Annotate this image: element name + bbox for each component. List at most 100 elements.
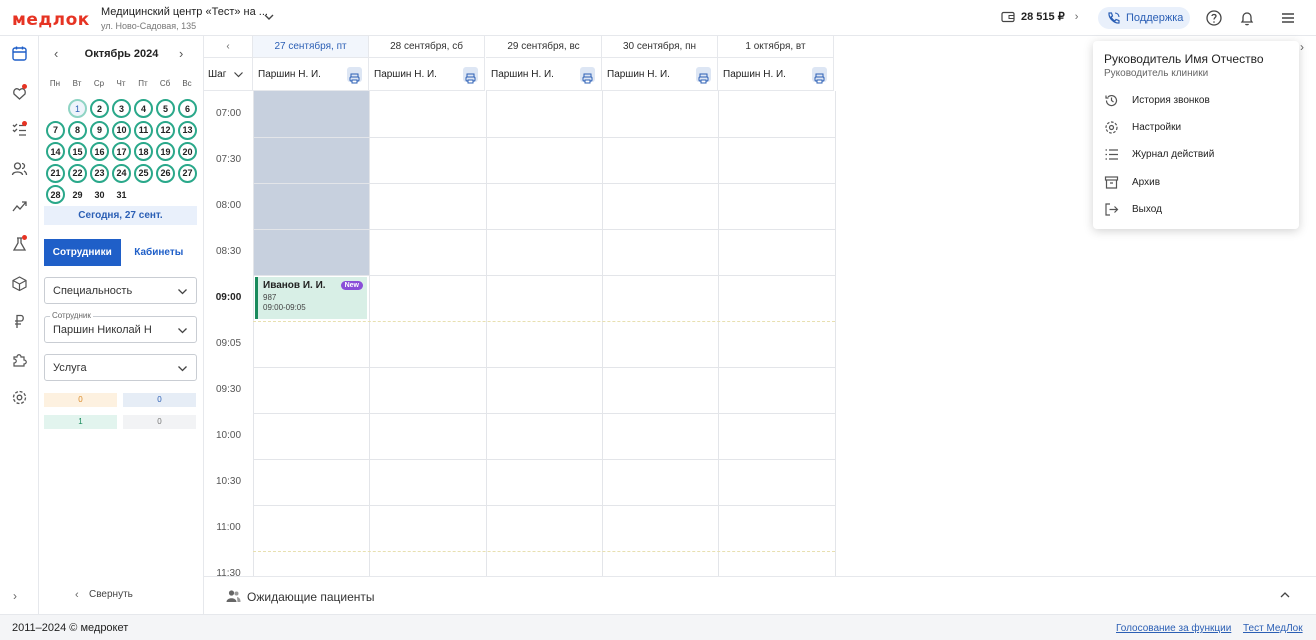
menu-item-logout[interactable]: Выход: [1104, 200, 1284, 218]
bell-icon[interactable]: [1238, 9, 1256, 27]
chevron-down-icon: [178, 366, 187, 372]
calendar-day[interactable]: 6: [178, 99, 197, 118]
appointment-card[interactable]: Иванов И. И. New 987 09:00-09:05: [255, 277, 367, 319]
chevron-up-icon[interactable]: [1279, 589, 1291, 601]
calendar-day[interactable]: 9: [90, 120, 109, 140]
calendar-day[interactable]: 18: [134, 142, 153, 161]
column-divider: [486, 91, 487, 576]
day-column-header[interactable]: 1 октября, вт: [718, 36, 834, 58]
today-button[interactable]: Сегодня, 27 сент.: [44, 206, 197, 225]
weekday-row: Пн Вт Ср Чт Пт Сб Вс: [44, 79, 204, 88]
clinic-selector[interactable]: Медицинский центр «Тест» на ... ул. Ново…: [101, 6, 268, 31]
calendar-day[interactable]: 21: [46, 163, 65, 183]
analytics-icon[interactable]: [11, 198, 28, 215]
staff-name: Паршин Н. И.: [607, 69, 670, 80]
calendar-day[interactable]: 17: [112, 142, 131, 161]
calendar-day[interactable]: 2: [90, 99, 109, 118]
calendar-day[interactable]: 24: [112, 163, 131, 183]
specialty-select[interactable]: Специальность: [44, 277, 197, 304]
chevron-down-icon[interactable]: [262, 10, 276, 24]
calendar-day[interactable]: 28: [46, 185, 65, 204]
day-column-header[interactable]: 28 сентября, сб: [369, 36, 485, 58]
staff-column-header[interactable]: Паршин Н. И.: [718, 58, 834, 91]
print-icon[interactable]: [696, 67, 711, 84]
time-slot-label: 08:30: [215, 246, 242, 257]
calendar-day[interactable]: 4: [134, 99, 153, 118]
menu-item-settings[interactable]: Настройки: [1104, 118, 1284, 136]
calendar-day[interactable]: 12: [156, 120, 175, 140]
calendar-day[interactable]: 29: [68, 185, 87, 204]
vote-features-link[interactable]: Голосование за функции: [1116, 623, 1231, 634]
staff-column-header[interactable]: Паршин Н. И.: [253, 58, 369, 91]
support-button[interactable]: Поддержка: [1098, 7, 1190, 29]
calendar-day[interactable]: 10: [112, 120, 131, 140]
time-row-divider: [253, 321, 835, 322]
step-selector[interactable]: Шаг: [204, 58, 253, 91]
calendar-day[interactable]: 11: [134, 120, 153, 140]
calendar-icon[interactable]: [11, 45, 28, 62]
calendar-day[interactable]: 8: [68, 120, 87, 140]
waiting-patients-bar[interactable]: Ожидающие пациенты: [204, 576, 1316, 614]
help-icon[interactable]: [1205, 9, 1223, 27]
staff-name: Паршин Н. И.: [491, 69, 554, 80]
print-icon[interactable]: [347, 67, 362, 84]
calendar-day[interactable]: 5: [156, 99, 175, 118]
ruble-icon[interactable]: [11, 313, 28, 330]
print-icon[interactable]: [463, 67, 478, 84]
day-column-header[interactable]: 29 сентября, вс: [486, 36, 602, 58]
calendar-day[interactable]: 26: [156, 163, 175, 183]
calendar-day[interactable]: 27: [178, 163, 197, 183]
collapse-button[interactable]: Свернуть: [89, 589, 133, 600]
next-month-chevron-icon[interactable]: ›: [179, 46, 183, 61]
service-select[interactable]: Услуга: [44, 354, 197, 381]
integrations-puzzle-icon[interactable]: [11, 351, 28, 368]
menu-item-call-history[interactable]: История звонков: [1104, 91, 1284, 109]
column-divider: [718, 91, 719, 576]
service-value: Услуга: [53, 361, 87, 374]
list-icon: [1105, 148, 1118, 160]
tab-rooms[interactable]: Кабинеты: [121, 239, 198, 266]
calendar-day[interactable]: 16: [90, 142, 109, 161]
gear-icon: [1105, 120, 1118, 134]
staff-column-header[interactable]: Паршин Н. И.: [486, 58, 602, 91]
calendar-day[interactable]: 3: [112, 99, 131, 118]
calendar-day[interactable]: 7: [46, 120, 65, 140]
box-icon[interactable]: [11, 275, 28, 292]
filters-panel: ‹ Октябрь 2024 › Пн Вт Ср Чт Пт Сб Вс 12345678…: [39, 36, 204, 614]
staff-column-header[interactable]: Паршин Н. И.: [369, 58, 485, 91]
time-row-divider: [253, 275, 835, 276]
prev-days-chevron-icon[interactable]: ‹: [204, 36, 253, 58]
calendar-day[interactable]: 14: [46, 142, 65, 161]
balance-widget[interactable]: 28 515 ₽ ›: [1001, 10, 1078, 23]
menu-item-label: Журнал действий: [1132, 148, 1215, 160]
calendar-day[interactable]: 20: [178, 142, 197, 161]
calendar-day[interactable]: 1: [68, 99, 87, 118]
employee-select[interactable]: Сотрудник Паршин Николай Н: [44, 311, 197, 343]
app-logo[interactable]: медлок: [12, 10, 90, 30]
menu-item-archive[interactable]: Архив: [1104, 173, 1284, 191]
calendar-day[interactable]: 19: [156, 142, 175, 161]
menu-icon[interactable]: [1279, 9, 1297, 27]
calendar-day[interactable]: 23: [90, 163, 109, 183]
calendar-day[interactable]: 22: [68, 163, 87, 183]
calendar-day[interactable]: 31: [112, 185, 131, 204]
print-icon[interactable]: [812, 67, 827, 84]
staff-column-header[interactable]: Паршин Н. И.: [602, 58, 718, 91]
calendar-day[interactable]: 25: [134, 163, 153, 183]
tab-staff[interactable]: Сотрудники: [44, 239, 121, 266]
gear-icon[interactable]: [11, 389, 28, 406]
chevron-right-icon: ›: [1074, 10, 1079, 23]
expand-rail-chevron-icon[interactable]: ›: [13, 589, 17, 603]
calendar-day[interactable]: 30: [90, 185, 109, 204]
next-days-chevron-icon[interactable]: ›: [1300, 40, 1304, 54]
menu-item-action-log[interactable]: Журнал действий: [1104, 145, 1284, 163]
calendar-day[interactable]: 15: [68, 142, 87, 161]
users-icon[interactable]: [11, 160, 28, 177]
calendar-day[interactable]: 13: [178, 120, 197, 140]
test-medlok-link[interactable]: Тест МедЛок: [1243, 623, 1303, 634]
day-column-header[interactable]: 27 сентября, пт: [253, 36, 369, 58]
day-column-header[interactable]: 30 сентября, пн: [602, 36, 718, 58]
print-icon[interactable]: [580, 67, 595, 84]
chevron-down-icon: [178, 289, 187, 295]
time-slot-label: 11:00: [216, 522, 241, 533]
